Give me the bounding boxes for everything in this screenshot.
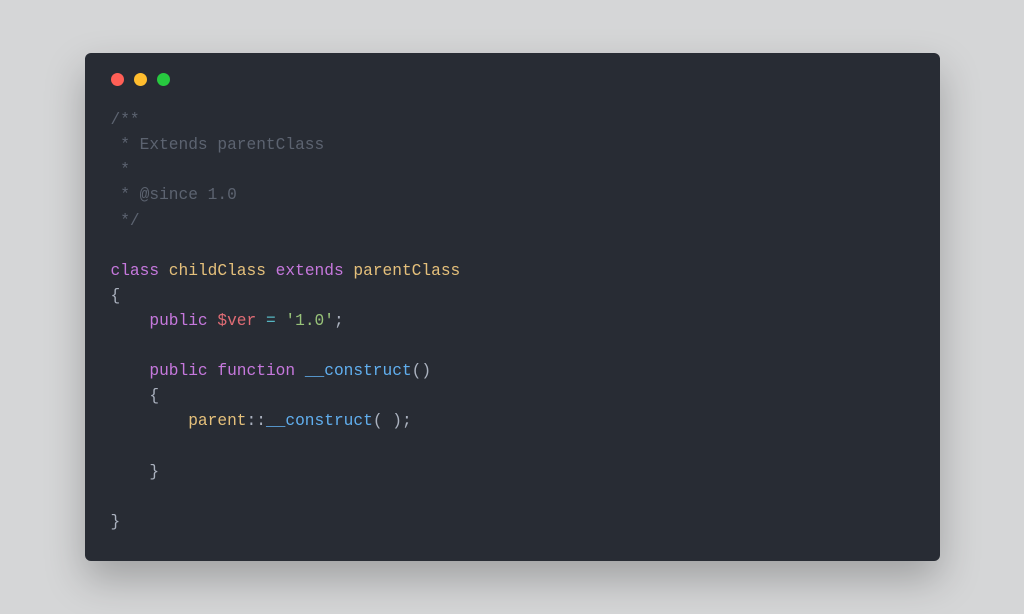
indent bbox=[111, 387, 150, 405]
comment-line: * bbox=[111, 161, 130, 179]
kw-function: function bbox=[217, 362, 295, 380]
indent bbox=[111, 412, 189, 430]
call-parens: ( ) bbox=[373, 412, 402, 430]
var-ver: $ver bbox=[217, 312, 256, 330]
brace-open: { bbox=[111, 287, 121, 305]
indent bbox=[111, 463, 150, 481]
semicolon: ; bbox=[402, 412, 412, 430]
traffic-lights bbox=[111, 73, 914, 86]
parens: () bbox=[412, 362, 431, 380]
brace-close: } bbox=[111, 513, 121, 531]
indent bbox=[111, 362, 150, 380]
op-equals: = bbox=[266, 312, 285, 330]
close-icon bbox=[111, 73, 124, 86]
semicolon: ; bbox=[334, 312, 344, 330]
classname-child: childClass bbox=[169, 262, 266, 280]
comment-line: * @since 1.0 bbox=[111, 186, 237, 204]
comment-line: */ bbox=[111, 212, 140, 230]
minimize-icon bbox=[134, 73, 147, 86]
string-ver: '1.0' bbox=[285, 312, 334, 330]
code-block: /** * Extends parentClass * * @since 1.0… bbox=[111, 108, 914, 535]
call-construct: __construct bbox=[266, 412, 373, 430]
kw-public: public bbox=[149, 312, 207, 330]
brace-open: { bbox=[149, 387, 159, 405]
double-colon: :: bbox=[247, 412, 266, 430]
fn-construct: __construct bbox=[305, 362, 412, 380]
zoom-icon bbox=[157, 73, 170, 86]
kw-public: public bbox=[149, 362, 207, 380]
kw-extends: extends bbox=[276, 262, 344, 280]
parent-ref: parent bbox=[188, 412, 246, 430]
code-window: /** * Extends parentClass * * @since 1.0… bbox=[85, 53, 940, 561]
indent bbox=[111, 312, 150, 330]
brace-close: } bbox=[149, 463, 159, 481]
comment-line: * Extends parentClass bbox=[111, 136, 325, 154]
kw-class: class bbox=[111, 262, 160, 280]
classname-parent: parentClass bbox=[353, 262, 460, 280]
comment-line: /** bbox=[111, 111, 140, 129]
